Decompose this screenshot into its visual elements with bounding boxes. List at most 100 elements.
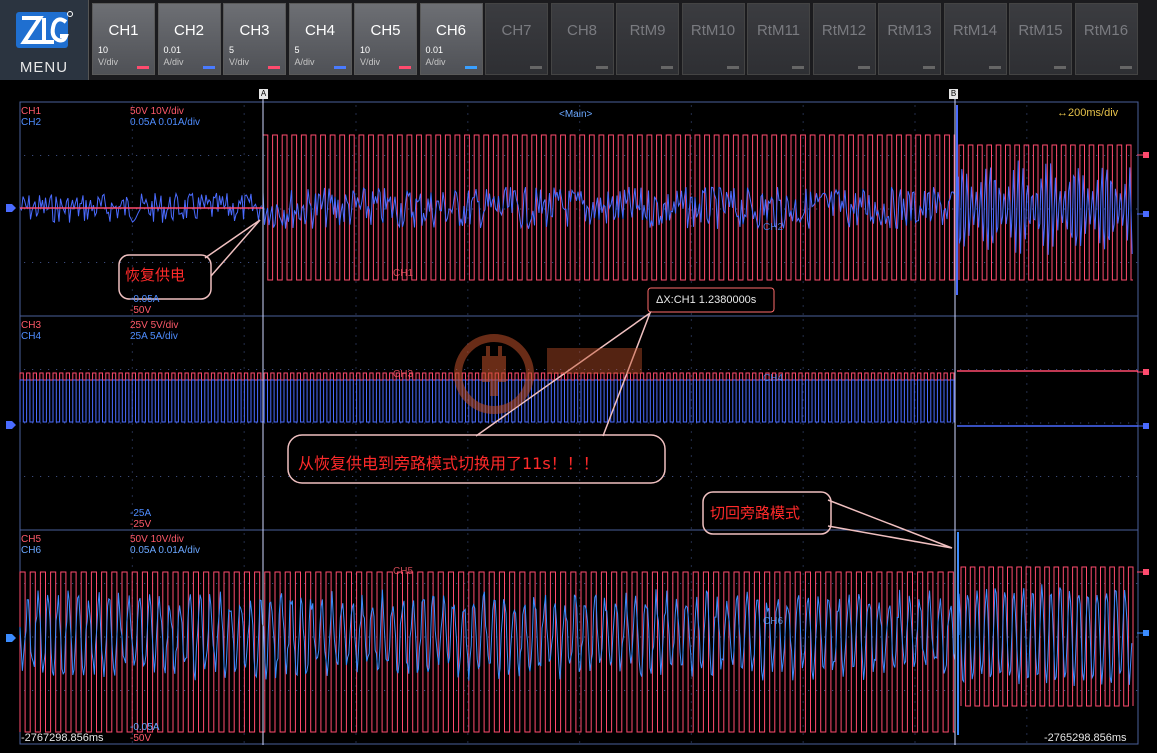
cursor-a-marker[interactable]: A — [259, 89, 268, 99]
level-marker-1 — [1143, 152, 1149, 158]
channel-button-rtm10[interactable]: RtM10 — [681, 3, 745, 75]
channel-name: RtM16 — [1083, 22, 1129, 39]
channel-scale: 5 — [294, 45, 300, 55]
channel-color-swatch — [988, 66, 1001, 69]
channel-color-swatch — [202, 66, 215, 69]
channel-button-ch4[interactable]: CH4 5 A/div — [288, 3, 352, 75]
panel1-bottom-b: -50V — [130, 305, 152, 316]
channel-button-ch7[interactable]: CH7 — [485, 3, 548, 75]
channel-name: CH5 — [370, 22, 401, 39]
level-marker-3 — [1143, 369, 1149, 375]
channel-name: RtM9 — [629, 22, 666, 39]
channel-color-swatch — [595, 66, 608, 69]
channel-name: RtM12 — [821, 22, 867, 39]
channel-unit: V/div — [360, 57, 381, 67]
main-label: <Main> — [559, 109, 593, 120]
panel2-trace-b-label: CH4 — [763, 373, 784, 384]
ch5-trace-bypass — [960, 566, 1134, 707]
channel-scale: 10 — [98, 45, 109, 55]
menu-label: MENU — [19, 59, 69, 76]
panel3-info-b: 0.05A 0.01A/div — [130, 545, 201, 556]
channel-button-rtm12[interactable]: RtM12 — [812, 3, 876, 75]
panel1-bottom-a: -0.05A — [130, 294, 160, 305]
ground-marker-1 — [6, 204, 16, 212]
callout-bypass-mode: 切回旁路模式 — [710, 504, 801, 522]
channel-color-swatch — [1054, 66, 1066, 69]
channel-button-ch1[interactable]: CH1 10 V/div — [92, 3, 155, 75]
ch2-trace-bypass — [956, 160, 1133, 255]
panel1-ch-a: CH1 — [21, 106, 42, 117]
channel-name: CH2 — [173, 22, 204, 39]
panel3-trace-a-label: CH5 — [393, 566, 414, 577]
channel-unit: A/div — [294, 57, 315, 67]
channel-toolbar: MENU CH1 10 V/div CH2 0.01 A/div CH3 5 V/div CH4 5… — [0, 0, 1157, 80]
channel-unit: A/div — [163, 57, 184, 67]
callout-bypass-pointer — [827, 499, 953, 549]
channel-button-ch3[interactable]: CH3 5 V/div — [223, 3, 286, 75]
panel3-bottom-b: -50V — [130, 733, 152, 744]
channel-name: CH7 — [501, 22, 532, 39]
panel1-ch-b: CH2 — [21, 117, 42, 128]
level-marker-5 — [1143, 569, 1149, 575]
channel-color-swatch — [726, 66, 739, 69]
channel-button-ch6[interactable]: CH6 0.01 A/div — [419, 3, 483, 75]
channel-color-swatch — [661, 66, 673, 69]
callout-restore-pointer — [204, 219, 261, 277]
callout-switch-duration: 从恢复供电到旁路模式切换用了11s！！！ — [298, 454, 599, 473]
panel2-ch-b: CH4 — [21, 331, 42, 342]
waveform-display[interactable]: <Main> ↔200ms/div A B CH1 CH2 50V 10V/di… — [0, 80, 1157, 749]
delta-measurement: ΔX:CH1 1.2380000s — [656, 294, 757, 306]
panel3-trace-b-label: CH6 — [763, 616, 784, 627]
panel2-trace-a-label: CH3 — [393, 369, 414, 380]
panel2-info-b: 25A 5A/div — [130, 331, 178, 342]
channel-color-swatch — [923, 66, 935, 69]
channel-name: RtM15 — [1018, 22, 1063, 39]
channel-button-ch8[interactable]: CH8 — [550, 3, 614, 75]
level-marker-4 — [1143, 423, 1149, 429]
channel-color-swatch — [268, 66, 280, 69]
callout-restore-power: 恢复供电 — [125, 266, 186, 284]
time-right-readout: -2765298.856ms — [1044, 732, 1127, 744]
channel-scale: 0.01 — [163, 45, 182, 55]
channel-name: RtM11 — [756, 22, 801, 39]
channel-unit: V/div — [98, 57, 119, 67]
panel2-info-a: 25V 5V/div — [130, 320, 179, 331]
level-marker-6 — [1143, 630, 1149, 636]
channel-name: CH3 — [239, 22, 270, 39]
zlg-logo — [16, 11, 73, 48]
timebase-label[interactable]: ↔200ms/div — [1057, 108, 1118, 119]
channel-button-rtm9[interactable]: RtM9 — [616, 3, 679, 75]
panel1-info-b: 0.05A 0.01A/div — [130, 117, 201, 128]
channel-button-rtm15[interactable]: RtM15 — [1009, 3, 1072, 75]
channel-name: RtM13 — [887, 22, 932, 39]
panel2-bottom-a: -25A — [130, 508, 152, 519]
panel3-info-a: 50V 10V/div — [130, 534, 184, 545]
channel-button-rtm16[interactable]: RtM16 — [1074, 3, 1138, 75]
channel-name: CH6 — [435, 22, 466, 39]
channel-color-swatch — [857, 66, 870, 69]
ground-marker-3 — [6, 634, 16, 642]
channel-button-ch2[interactable]: CH2 0.01 A/div — [157, 3, 221, 75]
channel-button-rtm13[interactable]: RtM13 — [878, 3, 941, 75]
channel-unit: A/div — [425, 57, 446, 67]
channel-color-swatch — [464, 66, 477, 69]
channel-name: RtM10 — [690, 22, 736, 39]
menu-button[interactable]: MENU — [0, 0, 89, 80]
channel-button-rtm11[interactable]: RtM11 — [747, 3, 810, 75]
watermark-logo — [454, 334, 642, 414]
ch6-trace-pre — [19, 589, 956, 681]
panel2-ch-a: CH3 — [21, 320, 42, 331]
ground-marker-2 — [6, 421, 16, 429]
panel1-info-a: 50V 10V/div — [130, 106, 184, 117]
panel2-bottom-b: -25V — [130, 519, 152, 530]
channel-name: CH8 — [566, 22, 597, 39]
channel-color-swatch — [1119, 66, 1132, 69]
panel3-ch-a: CH5 — [21, 534, 42, 545]
channel-button-rtm14[interactable]: RtM14 — [943, 3, 1007, 75]
channel-scale: 0.01 — [425, 45, 444, 55]
channel-button-ch5[interactable]: CH5 10 V/div — [354, 3, 417, 75]
channel-name: CH1 — [108, 22, 139, 39]
cursor-b-marker[interactable]: B — [949, 89, 958, 99]
panel1-trace-a-label: CH1 — [393, 268, 414, 279]
channel-color-swatch — [137, 66, 149, 69]
